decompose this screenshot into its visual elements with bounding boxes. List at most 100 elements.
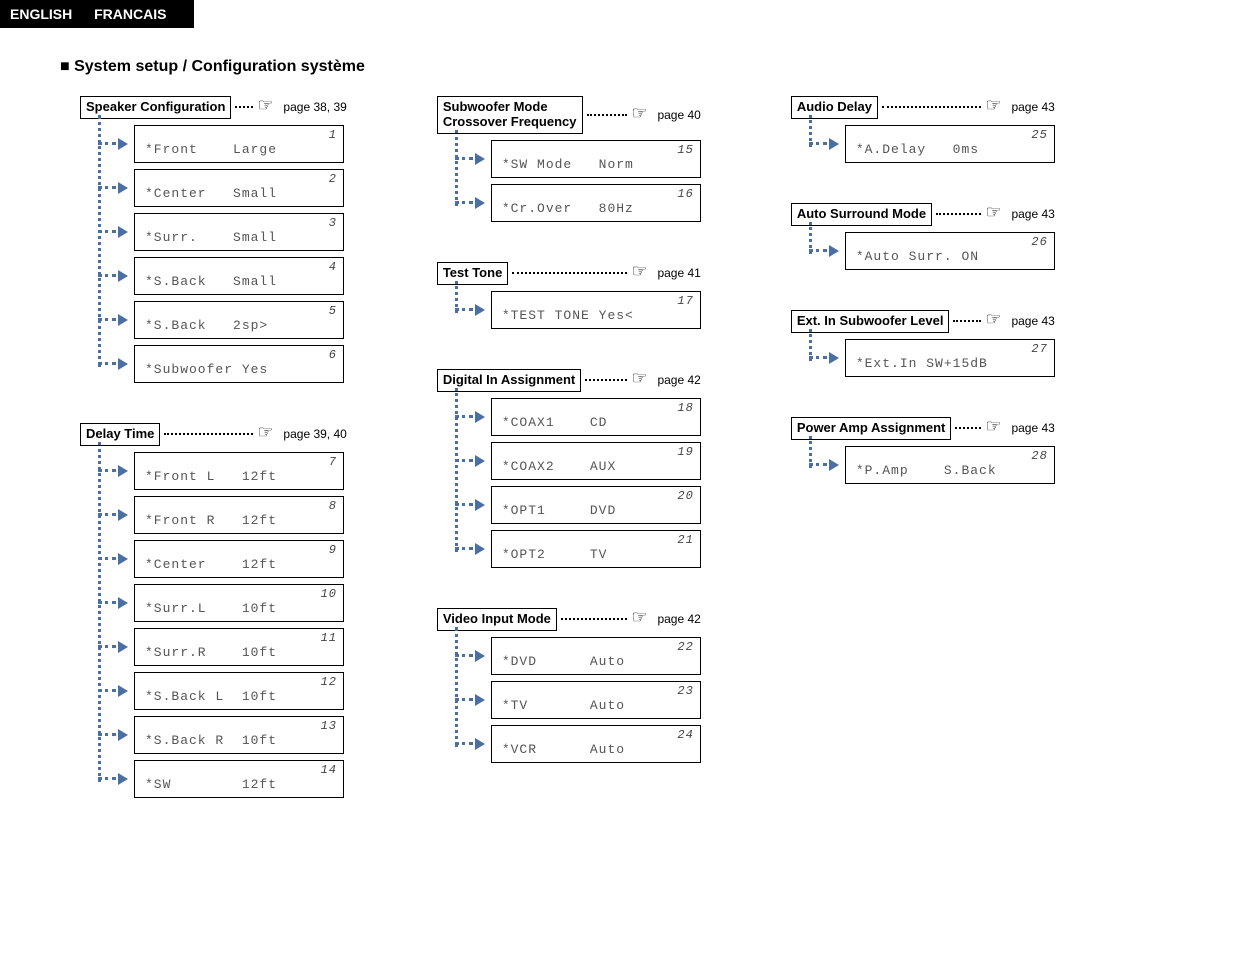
lcd-display: 1*Front Large <box>134 125 344 163</box>
arrow-icon <box>118 509 128 521</box>
lcd-text: *S.Back Small <box>145 274 277 289</box>
lcd-display: 23*TV Auto <box>491 681 701 719</box>
arrow-icon <box>829 245 839 257</box>
arrow-icon <box>118 773 128 785</box>
lcd-text: *Surr.L 10ft <box>145 601 277 616</box>
hand-icon <box>985 421 1007 435</box>
lcd-display: 14*SW 12ft <box>134 760 344 798</box>
page-reference: page 39, 40 <box>257 427 346 441</box>
lcd-text: *Center 12ft <box>145 557 277 572</box>
tree-branch <box>98 230 116 233</box>
menu-tree: 27*Ext.In SW+15dB <box>809 339 1055 377</box>
section-title: Speaker Configuration <box>80 96 231 119</box>
menu-node: 11*Surr.R 10ft <box>98 628 347 666</box>
arrow-icon <box>475 543 485 555</box>
menu-node: 17*TEST TONE Yes< <box>455 291 701 329</box>
menu-node: 7*Front L 12ft <box>98 452 347 490</box>
section-ext-in: Ext. In Subwoofer Level page 43 27*Ext.I… <box>791 310 1055 383</box>
lcd-text: *SW Mode Norm <box>502 157 634 172</box>
menu-tree: 22*DVD Auto 23*TV Auto 24*VCR Auto <box>455 637 701 763</box>
section-title: Subwoofer Mode Crossover Frequency <box>437 96 583 134</box>
screen-number: 6 <box>329 348 337 362</box>
arrow-icon <box>118 314 128 326</box>
page-number: page 41 <box>657 266 700 280</box>
section-power-amp: Power Amp Assignment page 43 28*P.Amp S.… <box>791 417 1055 490</box>
arrow-icon <box>475 153 485 165</box>
section-audio-delay: Audio Delay page 43 25*A.Delay 0ms <box>791 96 1055 169</box>
page-number: page 43 <box>1011 207 1054 221</box>
tree-branch <box>455 742 473 745</box>
page-reference: page 42 <box>631 612 700 626</box>
section-title: Delay Time <box>80 423 160 446</box>
page-reference: page 40 <box>631 108 700 122</box>
hand-icon <box>257 427 279 441</box>
menu-node: 27*Ext.In SW+15dB <box>809 339 1055 377</box>
lcd-display: 2*Center Small <box>134 169 344 207</box>
page-number: page 38, 39 <box>283 100 346 114</box>
section-title: Digital In Assignment <box>437 369 581 392</box>
lcd-text: *S.Back L 10ft <box>145 689 277 704</box>
lcd-display: 18*COAX1 CD <box>491 398 701 436</box>
lcd-text: *Front R 12ft <box>145 513 277 528</box>
lcd-display: 12*S.Back L 10ft <box>134 672 344 710</box>
lang-francais[interactable]: FRANCAIS <box>94 6 166 22</box>
lcd-display: 17*TEST TONE Yes< <box>491 291 701 329</box>
arrow-icon <box>118 553 128 565</box>
arrow-icon <box>475 455 485 467</box>
arrow-icon <box>118 358 128 370</box>
dotted-line <box>561 618 628 620</box>
tree-branch <box>98 142 116 145</box>
page-number: page 40 <box>657 108 700 122</box>
lang-english[interactable]: ENGLISH <box>10 6 72 22</box>
arrow-icon <box>118 729 128 741</box>
dotted-line <box>235 106 253 108</box>
tree-branch <box>455 654 473 657</box>
screen-number: 27 <box>1031 342 1047 356</box>
screen-number: 13 <box>321 719 337 733</box>
content-columns: Speaker Configuration page 38, 39 1*Fron… <box>80 96 1235 804</box>
tree-branch <box>455 308 473 311</box>
menu-node: 4*S.Back Small <box>98 257 347 295</box>
lcd-text: *Subwoofer Yes <box>145 362 268 377</box>
menu-node: 22*DVD Auto <box>455 637 701 675</box>
screen-number: 5 <box>329 304 337 318</box>
tree-branch <box>455 459 473 462</box>
page-title: ■ System setup / Configuration système <box>60 58 1235 76</box>
hand-icon <box>985 314 1007 328</box>
lcd-text: *DVD Auto <box>502 654 625 669</box>
tree-branch <box>455 698 473 701</box>
lcd-text: *P.Amp S.Back <box>856 463 997 478</box>
section-title: Auto Surround Mode <box>791 203 932 226</box>
menu-node: 14*SW 12ft <box>98 760 347 798</box>
section-title: Ext. In Subwoofer Level <box>791 310 950 333</box>
section-test-tone: Test Tone page 41 17*TEST TONE Yes< <box>437 262 701 335</box>
lcd-text: *VCR Auto <box>502 742 625 757</box>
menu-node: 10*Surr.L 10ft <box>98 584 347 622</box>
screen-number: 19 <box>677 445 693 459</box>
lcd-display: 26*Auto Surr. ON <box>845 232 1055 270</box>
menu-node: 20*OPT1 DVD <box>455 486 701 524</box>
hand-icon <box>631 612 653 626</box>
lcd-display: 24*VCR Auto <box>491 725 701 763</box>
column-2: Subwoofer Mode Crossover Frequency page … <box>437 96 701 769</box>
lcd-display: 9*Center 12ft <box>134 540 344 578</box>
hand-icon <box>257 100 279 114</box>
tree-branch <box>98 274 116 277</box>
lcd-display: 20*OPT1 DVD <box>491 486 701 524</box>
page-number: page 42 <box>657 373 700 387</box>
screen-number: 20 <box>677 489 693 503</box>
menu-node: 23*TV Auto <box>455 681 701 719</box>
menu-tree: 26*Auto Surr. ON <box>809 232 1055 270</box>
arrow-icon <box>829 352 839 364</box>
dotted-line <box>587 114 628 116</box>
page-reference: page 42 <box>631 373 700 387</box>
tree-branch <box>98 557 116 560</box>
dotted-line <box>955 427 981 429</box>
tree-branch <box>98 689 116 692</box>
lcd-text: *Auto Surr. ON <box>856 249 979 264</box>
section-title: Power Amp Assignment <box>791 417 952 440</box>
tree-branch <box>98 601 116 604</box>
page-reference: page 43 <box>985 421 1054 435</box>
arrow-icon <box>475 650 485 662</box>
page-reference: page 38, 39 <box>257 100 346 114</box>
